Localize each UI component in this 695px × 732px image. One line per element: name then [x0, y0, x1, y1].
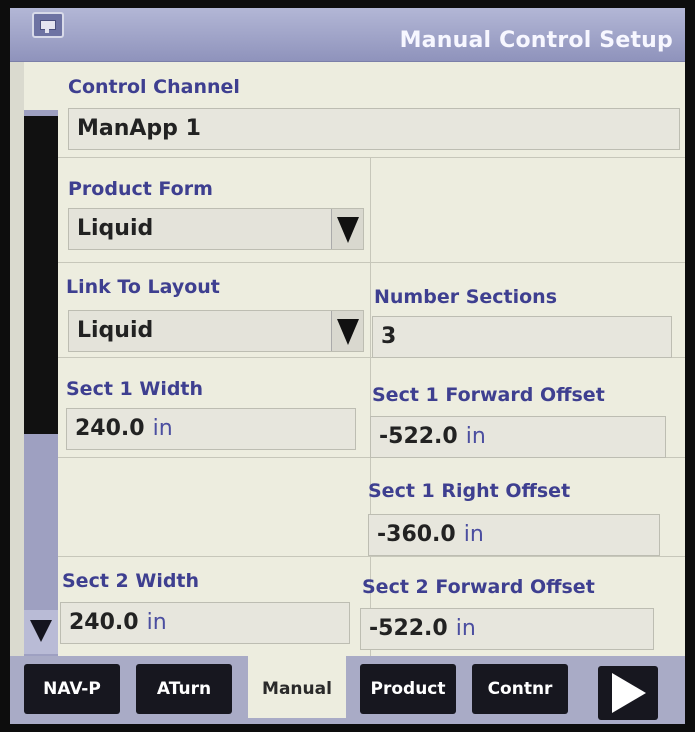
product-form-dropdown[interactable]: Liquid — [68, 208, 364, 250]
sect2-width-unit: in — [146, 610, 167, 635]
sect2-forward-offset-field[interactable]: -522.0 in — [360, 608, 654, 650]
dropdown-arrow-icon[interactable] — [331, 311, 363, 351]
sect1-forward-offset-value: -522.0 — [379, 424, 458, 449]
scrollbar-thumb[interactable] — [24, 116, 58, 434]
sect1-width-label: Sect 1 Width — [66, 378, 204, 400]
tab-nav-p[interactable]: NAV-P — [24, 664, 120, 714]
tab-aturn[interactable]: ATurn — [136, 664, 232, 714]
divider — [58, 157, 685, 158]
control-channel-field[interactable]: ManApp 1 — [68, 108, 680, 150]
sect2-forward-offset-label: Sect 2 Forward Offset — [362, 576, 595, 598]
title-bar: Manual Control Setup — [10, 8, 685, 62]
sect1-forward-offset-unit: in — [465, 424, 486, 449]
sect1-forward-offset-field[interactable]: -522.0 in — [370, 416, 666, 458]
link-to-layout-label: Link To Layout — [66, 276, 220, 298]
sect1-width-field[interactable]: 240.0 in — [66, 408, 356, 450]
tab-contnr[interactable]: Contnr — [472, 664, 568, 714]
sect1-forward-offset-label: Sect 1 Forward Offset — [372, 384, 605, 406]
number-sections-label: Number Sections — [374, 286, 558, 308]
page-title: Manual Control Setup — [399, 28, 673, 53]
product-form-label: Product Form — [68, 178, 213, 200]
divider — [58, 556, 685, 557]
number-sections-field[interactable]: 3 — [372, 316, 672, 358]
sect1-width-value: 240.0 — [75, 416, 145, 441]
sect2-width-label: Sect 2 Width — [62, 570, 200, 592]
sect1-right-offset-value: -360.0 — [377, 522, 456, 547]
control-channel-label: Control Channel — [68, 76, 240, 98]
next-tab-arrow-icon[interactable] — [598, 666, 658, 720]
screen: Manual Control Setup Control Channel Man… — [10, 8, 685, 724]
sect2-width-value: 240.0 — [69, 610, 139, 635]
sect1-right-offset-field[interactable]: -360.0 in — [368, 514, 660, 556]
sect1-width-unit: in — [152, 416, 173, 441]
sect2-width-field[interactable]: 240.0 in — [60, 602, 350, 644]
tab-bar: NAV-P ATurn Manual Product Contnr — [10, 656, 685, 724]
scroll-down-arrow-icon[interactable] — [24, 610, 58, 654]
sect2-forward-offset-value: -522.0 — [369, 616, 448, 641]
divider — [58, 262, 685, 263]
dropdown-arrow-icon[interactable] — [331, 209, 363, 249]
sect2-forward-offset-unit: in — [455, 616, 476, 641]
link-to-layout-value: Liquid — [77, 318, 154, 343]
tab-product[interactable]: Product — [360, 664, 456, 714]
sect1-right-offset-unit: in — [463, 522, 484, 547]
settings-screen-icon[interactable] — [32, 12, 64, 38]
tab-manual[interactable]: Manual — [248, 656, 346, 718]
link-to-layout-dropdown[interactable]: Liquid — [68, 310, 364, 352]
sect1-right-offset-label: Sect 1 Right Offset — [368, 480, 571, 502]
product-form-value: Liquid — [77, 216, 154, 241]
left-edge — [10, 62, 24, 656]
setup-form: Control Channel ManApp 1 Product Form Li… — [10, 62, 685, 656]
